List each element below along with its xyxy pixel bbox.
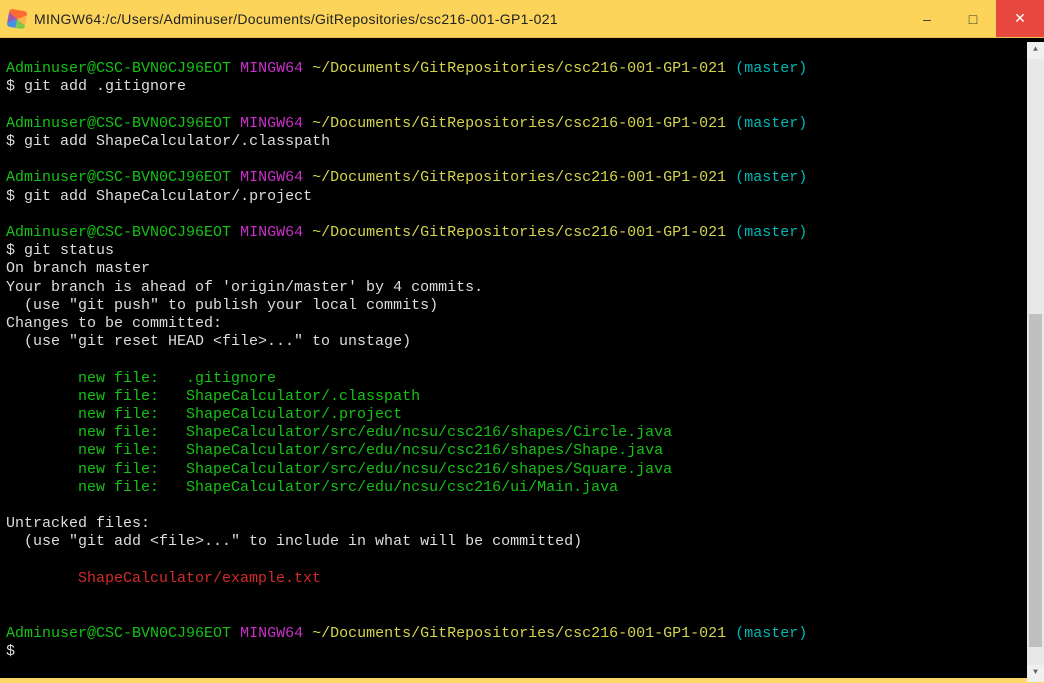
minimize-button[interactable]: – <box>904 0 950 37</box>
command-3: git add ShapeCalculator/.project <box>24 188 312 205</box>
maximize-button[interactable]: □ <box>950 0 996 37</box>
prompt-env: MINGW64 <box>240 169 303 186</box>
scroll-up-button[interactable]: ▲ <box>1027 42 1044 59</box>
prompt-path: ~/Documents/GitRepositories/csc216-001-G… <box>312 625 726 642</box>
prompt-branch: (master) <box>735 169 807 186</box>
window-title: MINGW64:/c/Users/Adminuser/Documents/Git… <box>34 11 904 27</box>
prompt-path: ~/Documents/GitRepositories/csc216-001-G… <box>312 115 726 132</box>
new-file-2: new file: ShapeCalculator/.classpath <box>6 388 420 405</box>
close-button[interactable]: ✕ <box>996 0 1044 37</box>
prompt-path: ~/Documents/GitRepositories/csc216-001-G… <box>312 224 726 241</box>
prompt-symbol: $ <box>6 242 15 259</box>
status-push-hint: (use "git push" to publish your local co… <box>6 297 438 314</box>
window-controls: – □ ✕ <box>904 0 1044 37</box>
status-on-branch: On branch master <box>6 260 150 277</box>
prompt-branch: (master) <box>735 60 807 77</box>
new-file-3: new file: ShapeCalculator/.project <box>6 406 402 423</box>
new-file-4: new file: ShapeCalculator/src/edu/ncsu/c… <box>6 424 672 441</box>
prompt-user: Adminuser@CSC-BVN0CJ96EOT <box>6 60 231 77</box>
status-ahead: Your branch is ahead of 'origin/master' … <box>6 279 483 296</box>
status-unstage-hint: (use "git reset HEAD <file>..." to unsta… <box>6 333 411 350</box>
prompt-symbol: $ <box>6 133 15 150</box>
status-untracked-hint: (use "git add <file>..." to include in w… <box>6 533 582 550</box>
new-file-1: new file: .gitignore <box>6 370 276 387</box>
prompt-path: ~/Documents/GitRepositories/csc216-001-G… <box>312 169 726 186</box>
titlebar: MINGW64:/c/Users/Adminuser/Documents/Git… <box>0 0 1044 38</box>
status-changes-header: Changes to be committed: <box>6 315 222 332</box>
status-untracked-header: Untracked files: <box>6 515 150 532</box>
command-4: git status <box>24 242 114 259</box>
scrollbar[interactable]: ▲ ▼ <box>1027 42 1044 682</box>
untracked-file-1: ShapeCalculator/example.txt <box>6 570 321 587</box>
prompt-user: Adminuser@CSC-BVN0CJ96EOT <box>6 224 231 241</box>
command-2: git add ShapeCalculator/.classpath <box>24 133 330 150</box>
prompt-symbol: $ <box>6 78 15 95</box>
new-file-5: new file: ShapeCalculator/src/edu/ncsu/c… <box>6 442 663 459</box>
prompt-env: MINGW64 <box>240 115 303 132</box>
prompt-path: ~/Documents/GitRepositories/csc216-001-G… <box>312 60 726 77</box>
prompt-branch: (master) <box>735 224 807 241</box>
prompt-symbol: $ <box>6 188 15 205</box>
prompt-env: MINGW64 <box>240 625 303 642</box>
scroll-track[interactable] <box>1027 59 1044 665</box>
prompt-env: MINGW64 <box>240 60 303 77</box>
prompt-user: Adminuser@CSC-BVN0CJ96EOT <box>6 115 231 132</box>
terminal-output: Adminuser@CSC-BVN0CJ96EOT MINGW64 ~/Docu… <box>6 42 1027 674</box>
prompt-branch: (master) <box>735 625 807 642</box>
prompt-env: MINGW64 <box>240 224 303 241</box>
prompt-branch: (master) <box>735 115 807 132</box>
scroll-thumb[interactable] <box>1029 314 1042 647</box>
new-file-7: new file: ShapeCalculator/src/edu/ncsu/c… <box>6 479 618 496</box>
terminal[interactable]: Adminuser@CSC-BVN0CJ96EOT MINGW64 ~/Docu… <box>0 38 1044 678</box>
new-file-6: new file: ShapeCalculator/src/edu/ncsu/c… <box>6 461 672 478</box>
command-1: git add .gitignore <box>24 78 186 95</box>
scroll-down-button[interactable]: ▼ <box>1027 665 1044 682</box>
prompt-symbol: $ <box>6 643 15 660</box>
prompt-user: Adminuser@CSC-BVN0CJ96EOT <box>6 625 231 642</box>
git-bash-icon <box>7 8 28 29</box>
prompt-user: Adminuser@CSC-BVN0CJ96EOT <box>6 169 231 186</box>
